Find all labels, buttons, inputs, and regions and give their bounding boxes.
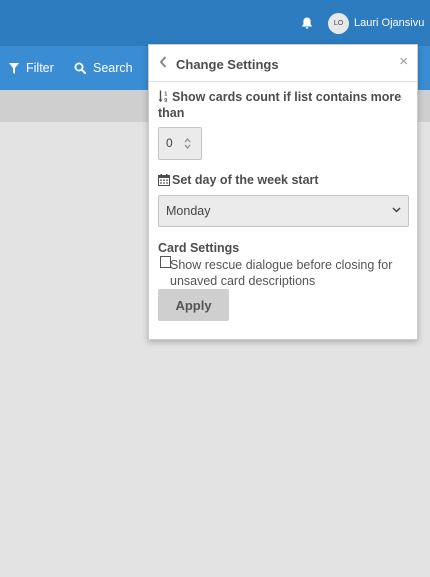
- svg-text:1: 1: [164, 92, 167, 98]
- rescue-dialog-label[interactable]: Show rescue dialogue before closing for …: [170, 257, 410, 289]
- search-icon: [74, 62, 86, 74]
- change-settings-popup: Change Settings × 1 9 Show cards count i…: [148, 44, 418, 340]
- filter-button[interactable]: Filter: [9, 46, 54, 90]
- week-start-value: Monday: [166, 204, 211, 218]
- bell-icon[interactable]: [300, 16, 314, 30]
- cards-count-label: 1 9 Show cards count if list contains mo…: [158, 89, 413, 121]
- avatar[interactable]: LO: [328, 13, 349, 34]
- chevron-left-icon[interactable]: [159, 56, 167, 68]
- popup-title: Change Settings: [176, 57, 279, 72]
- spinner-arrows-icon[interactable]: [184, 138, 191, 149]
- svg-text:9: 9: [164, 98, 167, 103]
- top-header-bar: LO Lauri Ojansivu: [0, 0, 430, 46]
- search-button[interactable]: Search: [74, 46, 133, 90]
- cards-count-text: Show cards count if list contains more t…: [158, 90, 402, 120]
- close-icon[interactable]: ×: [399, 54, 408, 69]
- filter-icon: [9, 62, 19, 74]
- week-start-label: Set day of the week start: [158, 172, 319, 188]
- apply-button[interactable]: Apply: [158, 289, 229, 321]
- calendar-icon: [158, 174, 170, 186]
- sort-numeric-icon: 1 9: [158, 90, 167, 104]
- chevron-down-icon: [392, 207, 401, 213]
- filter-label: Filter: [26, 61, 54, 75]
- card-settings-heading: Card Settings: [158, 241, 240, 255]
- search-label: Search: [93, 61, 133, 75]
- week-start-select[interactable]: Monday: [158, 195, 409, 227]
- popup-header: Change Settings ×: [149, 45, 417, 82]
- user-name[interactable]: Lauri Ojansivu: [354, 17, 424, 29]
- cards-count-value: 0: [166, 136, 173, 150]
- cards-count-input[interactable]: 0: [158, 127, 202, 160]
- week-start-text: Set day of the week start: [172, 173, 319, 187]
